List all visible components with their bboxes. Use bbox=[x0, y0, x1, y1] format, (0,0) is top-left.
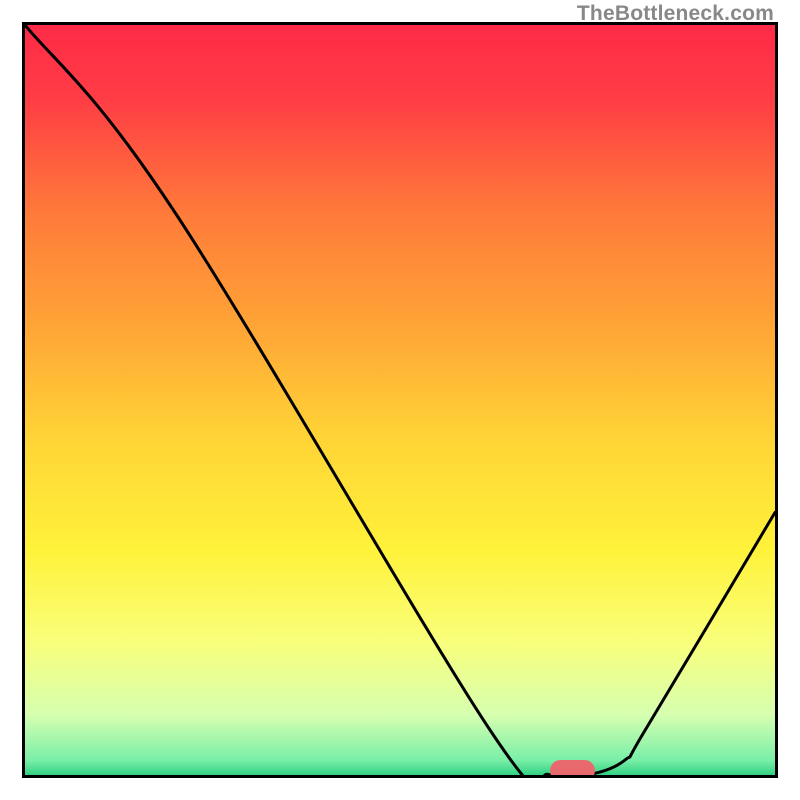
chart-frame: TheBottleneck.com bbox=[0, 0, 800, 800]
optimal-region-marker bbox=[550, 760, 595, 775]
gradient-background bbox=[25, 25, 775, 775]
chart-svg bbox=[25, 25, 775, 775]
plot-area bbox=[22, 22, 778, 778]
